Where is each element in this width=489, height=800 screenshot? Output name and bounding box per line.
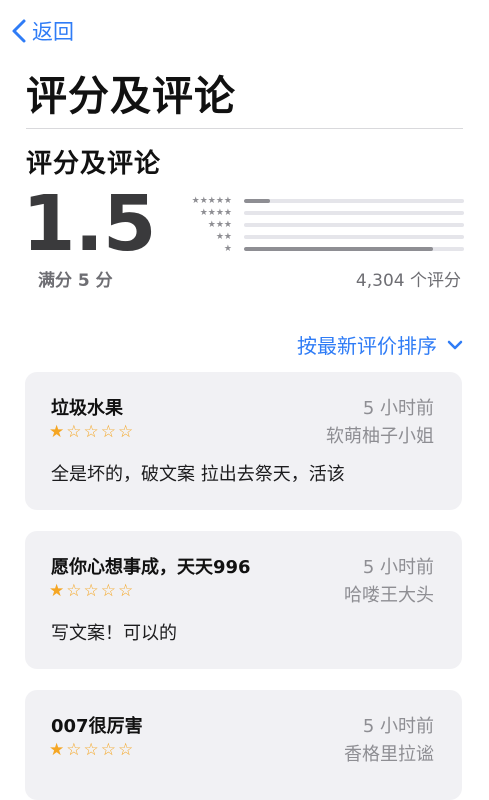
review-card[interactable]: 007很厉害 5 小时前 ★☆☆☆☆ 香格里拉谧 [25, 690, 462, 800]
distribution-row: ★★★★ [170, 207, 464, 219]
sort-label: 按最新评价排序 [297, 334, 437, 358]
distribution-fill [244, 247, 434, 251]
star-level-label: ★★★★★ [191, 196, 232, 206]
section-title: 评分及评论 [26, 149, 162, 179]
distribution-fill [244, 199, 271, 203]
review-time: 5 小时前 [362, 716, 434, 737]
page-title: 评分及评论 [26, 72, 236, 120]
review-title: 007很厉害 [51, 716, 143, 737]
review-author: 软萌柚子小姐 [326, 426, 434, 447]
review-stars: ★☆☆☆☆ [49, 581, 136, 601]
out-of-label: 满分 5 分 [38, 271, 113, 291]
star-level-label: ★ [223, 244, 232, 254]
divider [26, 128, 463, 129]
distribution-track [244, 235, 464, 239]
rating-count: 4,304 个评分 [355, 271, 461, 291]
review-title: 愿你心想事成，天天996 [51, 557, 251, 578]
distribution-row: ★★ [170, 231, 464, 243]
star-level-label: ★★★ [207, 220, 232, 230]
review-author: 香格里拉谧 [344, 744, 434, 765]
review-card[interactable]: 愿你心想事成，天天996 5 小时前 ★☆☆☆☆ 哈喽王大头 写文案！可以的 [25, 531, 462, 669]
distribution-row: ★★★ [170, 219, 464, 231]
distribution-track [244, 223, 464, 227]
rating-distribution: ★★★★★ ★★★★ ★★★ ★★ ★ [170, 195, 464, 255]
average-score: 1.5 [22, 180, 156, 269]
back-label: 返回 [32, 20, 74, 44]
review-title: 垃圾水果 [51, 398, 123, 419]
distribution-row: ★ [170, 243, 464, 255]
review-stars: ★☆☆☆☆ [49, 422, 136, 442]
review-body: 全是坏的，破文案 拉出去祭天，活该 [51, 464, 345, 485]
review-time: 5 小时前 [362, 398, 434, 419]
distribution-row: ★★★★★ [170, 195, 464, 207]
sort-button[interactable]: 按最新评价排序 [297, 330, 463, 359]
chevron-left-icon [12, 19, 26, 43]
distribution-track [244, 199, 464, 203]
distribution-track [244, 247, 464, 251]
review-body: 写文案！可以的 [51, 623, 177, 644]
review-stars: ★☆☆☆☆ [49, 740, 136, 760]
back-button[interactable]: 返回 [10, 16, 74, 46]
review-card[interactable]: 垃圾水果 5 小时前 ★☆☆☆☆ 软萌柚子小姐 全是坏的，破文案 拉出去祭天，活… [25, 372, 462, 510]
review-author: 哈喽王大头 [344, 585, 434, 606]
distribution-track [244, 211, 464, 215]
review-time: 5 小时前 [362, 557, 434, 578]
chevron-down-icon [447, 340, 463, 349]
star-level-label: ★★ [215, 232, 232, 242]
star-level-label: ★★★★ [199, 208, 232, 218]
